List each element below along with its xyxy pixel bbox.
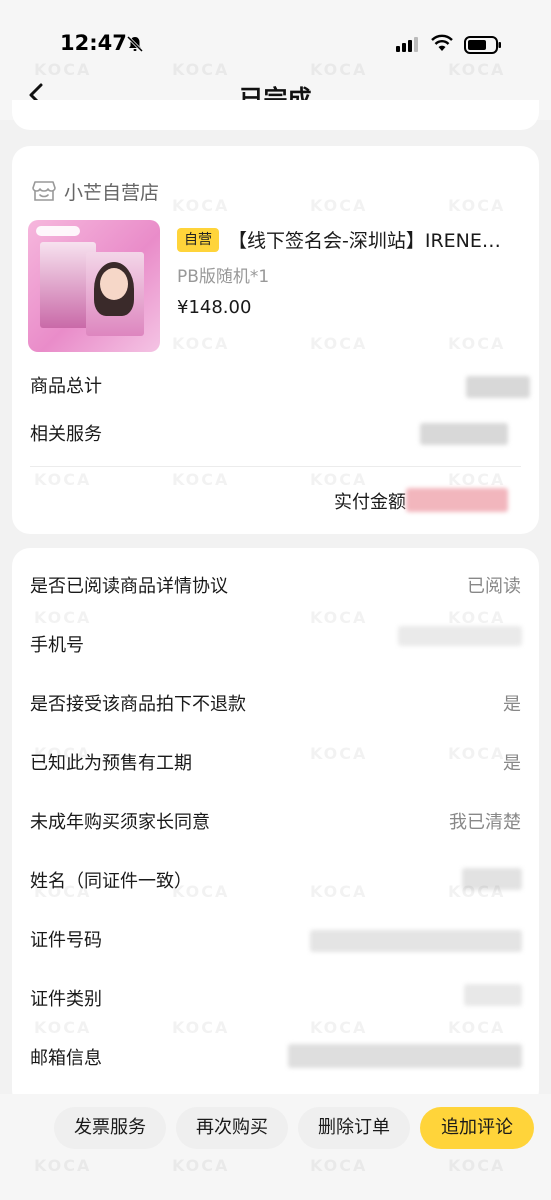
goods-total-label: 商品总计 [30, 376, 102, 397]
form-row-value: 是 [503, 753, 521, 774]
product-spec: PB版随机*1 [177, 267, 270, 287]
id-number-value-redacted [310, 930, 522, 952]
paid-amount-label: 实付金额 [334, 492, 406, 513]
form-row-label: 邮箱信息 [30, 1048, 102, 1069]
email-value-redacted [288, 1044, 522, 1068]
services-label: 相关服务 [30, 424, 102, 445]
delete-order-button[interactable]: 删除订单 [298, 1107, 410, 1149]
goods-total-value-redacted [466, 376, 530, 398]
form-row-value: 已阅读 [467, 576, 521, 597]
form-row-label: 是否已阅读商品详情协议 [30, 576, 228, 597]
services-value-redacted [420, 423, 508, 445]
battery-icon [464, 36, 501, 54]
self-operated-badge: 自营 [177, 228, 219, 252]
previous-card [12, 100, 539, 130]
form-row-label: 手机号 [30, 635, 84, 656]
bell-muted-icon [126, 35, 144, 53]
thumbnail-logo-shape [36, 226, 80, 236]
thumbnail-face-shape [100, 268, 128, 300]
form-row-label: 证件类别 [30, 989, 102, 1010]
phone-value-redacted [398, 626, 522, 646]
form-row-value: 是 [503, 694, 521, 715]
product-price: ¥148.00 [177, 297, 252, 318]
divider [30, 466, 521, 467]
form-row-label: 是否接受该商品拍下不退款 [30, 694, 246, 715]
add-review-button[interactable]: 追加评论 [420, 1107, 534, 1149]
status-time: 12:47 [60, 31, 127, 55]
form-row-value: 我已清楚 [449, 812, 521, 833]
form-row-label: 证件号码 [30, 930, 102, 951]
paid-amount-value-redacted [406, 488, 508, 512]
form-row-label: 未成年购买须家长同意 [30, 812, 210, 833]
wifi-icon [431, 34, 453, 51]
store-icon [32, 181, 56, 201]
buy-again-button[interactable]: 再次购买 [176, 1107, 288, 1149]
product-title[interactable]: 【线下签名会-深圳站】IRENE… [228, 226, 524, 253]
store-name[interactable]: 小芒自营店 [64, 178, 159, 205]
signal-icon [396, 37, 418, 52]
name-value-redacted [462, 868, 522, 890]
id-type-value-redacted [464, 984, 522, 1006]
product-thumbnail[interactable] [28, 220, 160, 352]
form-row-label: 姓名（同证件一致） [30, 871, 192, 892]
status-bar: 12:47 [0, 0, 551, 70]
form-row-label: 已知此为预售有工期 [30, 753, 192, 774]
invoice-service-button[interactable]: 发票服务 [54, 1107, 166, 1149]
